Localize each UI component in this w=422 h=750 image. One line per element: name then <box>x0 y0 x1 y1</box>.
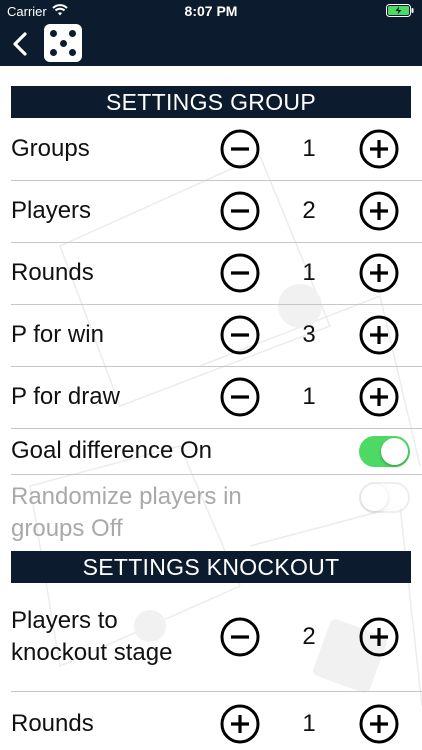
players-to-knockout-label-line2: knockout stage <box>11 639 173 666</box>
randomize-row: Randomize players in groups Off <box>0 474 422 544</box>
goal-difference-toggle[interactable] <box>359 436 410 467</box>
players-minus-button[interactable] <box>220 191 260 231</box>
p-for-win-value: 3 <box>302 321 316 348</box>
toggle-knob <box>381 438 408 465</box>
knockout-rounds-label: Rounds <box>11 710 94 737</box>
battery-charging-icon <box>386 4 414 20</box>
settings-knockout-header: SETTINGS KNOCKOUT <box>11 551 411 583</box>
players-label: Players <box>11 197 92 224</box>
knockout-rounds-plus-button[interactable] <box>359 704 399 744</box>
p-for-win-minus-button[interactable] <box>220 315 260 355</box>
rounds-plus-button[interactable] <box>359 253 399 293</box>
rounds-label: Rounds <box>11 259 94 286</box>
groups-plus-button[interactable] <box>359 129 399 169</box>
p-for-draw-value: 1 <box>302 383 316 410</box>
stepper-row-groups: Groups 1 <box>0 118 422 180</box>
goal-difference-label: Goal difference On <box>11 437 213 464</box>
players-plus-button[interactable] <box>359 191 399 231</box>
groups-minus-button[interactable] <box>220 129 260 169</box>
settings-group-header: SETTINGS GROUP <box>11 86 411 118</box>
players-to-knockout-value: 2 <box>302 623 316 650</box>
p-for-draw-label: P for draw <box>11 383 120 410</box>
stepper-row-players: Players 2 <box>0 180 422 242</box>
groups-value: 1 <box>302 135 316 162</box>
stepper-row-p-for-win: P for win 3 <box>0 304 422 366</box>
dice-icon <box>44 24 82 62</box>
p-for-win-plus-button[interactable] <box>359 315 399 355</box>
p-for-draw-plus-button[interactable] <box>359 377 399 417</box>
players-to-knockout-plus-button[interactable] <box>359 617 399 657</box>
goal-difference-row: Goal difference On <box>0 428 422 474</box>
players-value: 2 <box>302 197 316 224</box>
navigation-bar: Carrier 8:07 PM <box>0 0 422 66</box>
rounds-minus-button[interactable] <box>220 253 260 293</box>
chevron-left-icon[interactable] <box>10 30 32 58</box>
knockout-rounds-value: 1 <box>302 710 316 737</box>
status-time: 8:07 PM <box>184 3 238 19</box>
groups-label: Groups <box>11 135 90 162</box>
p-for-draw-minus-button[interactable] <box>220 377 260 417</box>
rounds-value: 1 <box>302 259 316 286</box>
players-to-knockout-minus-button[interactable] <box>220 617 260 657</box>
randomize-label-line2: groups Off <box>11 515 123 542</box>
stepper-row-rounds: Rounds 1 <box>0 242 422 304</box>
randomize-label-line1: Randomize players in <box>11 483 242 510</box>
randomize-toggle[interactable] <box>359 482 410 513</box>
stepper-row-knockout-rounds: Rounds 1 <box>0 691 422 750</box>
p-for-win-label: P for win <box>11 321 104 348</box>
players-to-knockout-label-line1: Players to <box>11 607 118 634</box>
stepper-row-players-to-knockout: Players to knockout stage 2 <box>0 595 422 691</box>
knockout-rounds-plus-button-left[interactable] <box>220 704 260 744</box>
status-bar: Carrier 8:07 PM <box>0 0 422 22</box>
stepper-row-p-for-draw: P for draw 1 <box>0 366 422 428</box>
toggle-knob <box>361 484 388 511</box>
